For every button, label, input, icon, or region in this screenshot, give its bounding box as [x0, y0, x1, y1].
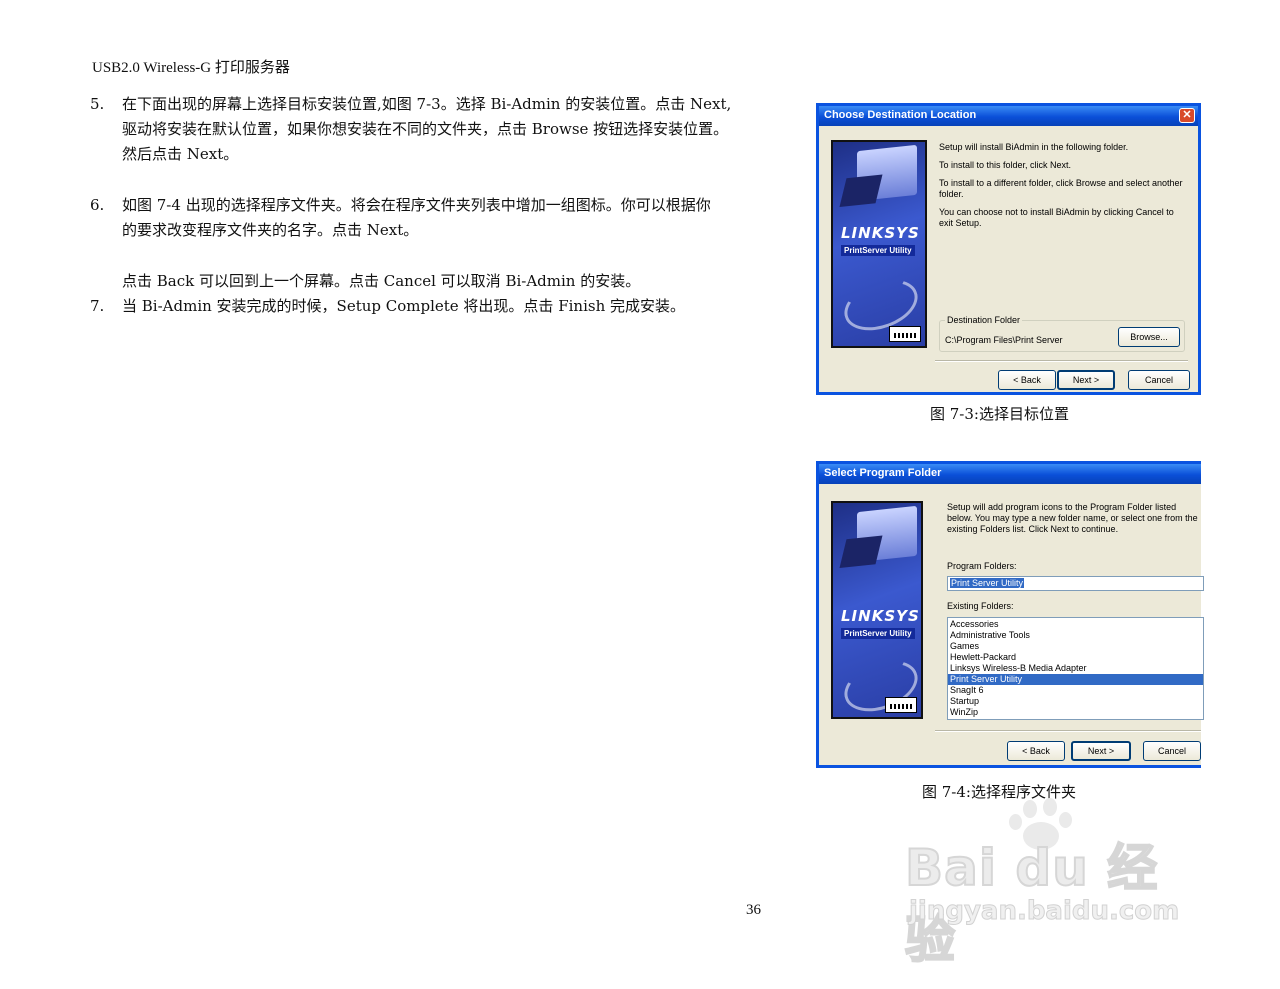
- list-item[interactable]: Linksys Wireless-B Media Adapter: [948, 663, 1203, 674]
- select-program-folder-dialog: Select Program Folder LINKSYS PrintServe…: [816, 461, 1204, 768]
- list-item-selected[interactable]: Print Server Utility: [948, 674, 1203, 685]
- close-icon[interactable]: ✕: [1179, 108, 1195, 123]
- setup-side-image: LINKSYS PrintServer Utility: [831, 501, 923, 719]
- step-7: 7. 当 Bi-Admin 安装完成的时候，Setup Complete 将出现…: [90, 294, 790, 319]
- step-6-note: 点击 Back 可以回到上一个屏幕。点击 Cancel 可以取消 Bi-Admi…: [90, 269, 790, 294]
- step-5: 5. 在下面出现的屏幕上选择目标安装位置,如图 7-3。选择 Bi-Admin …: [90, 92, 790, 167]
- dialog-body: LINKSYS PrintServer Utility Setup will i…: [819, 126, 1198, 392]
- list-item[interactable]: Games: [948, 641, 1203, 652]
- existing-folders-list[interactable]: Accessories Administrative Tools Games H…: [947, 617, 1204, 720]
- note-text: 点击 Back 可以回到上一个屏幕。点击 Cancel 可以取消 Bi-Admi…: [122, 272, 641, 290]
- page-number: 36: [746, 902, 761, 918]
- next-button[interactable]: Next >: [1071, 741, 1131, 761]
- next-button[interactable]: Next >: [1057, 370, 1115, 390]
- message-line: To install to a different folder, click …: [939, 178, 1183, 199]
- list-item[interactable]: SnagIt 6: [948, 685, 1203, 696]
- printer-graphic: [857, 505, 917, 563]
- dialog-title: Choose Destination Location: [824, 109, 977, 121]
- list-item[interactable]: WinZip: [948, 707, 1203, 718]
- cisco-logo: [885, 697, 917, 713]
- back-button[interactable]: < Back: [998, 370, 1056, 390]
- product-label: PrintServer Utility: [841, 245, 915, 256]
- dialog-titlebar: Select Program Folder: [819, 464, 1201, 484]
- cancel-button[interactable]: Cancel: [1143, 741, 1201, 761]
- destination-folder-group: Destination Folder C:\Program Files\Prin…: [939, 315, 1185, 352]
- choose-destination-dialog: Choose Destination Location ✕ LINKSYS Pr…: [816, 103, 1201, 395]
- dialog-message: Setup will install BiAdmin in the follow…: [939, 142, 1189, 236]
- destination-folder-path: C:\Program Files\Print Server: [945, 335, 1063, 345]
- document-header: USB2.0 Wireless-G 打印服务器: [92, 60, 290, 76]
- step-6: 6. 如图 7-4 出现的选择程序文件夹。将会在程序文件夹列表中增加一组图标。你…: [90, 193, 790, 243]
- browse-button[interactable]: Browse...: [1118, 327, 1180, 347]
- product-label: PrintServer Utility: [841, 628, 915, 639]
- step-number: 5.: [90, 95, 105, 113]
- baidu-jingyan-watermark: Bai du 经验 jingyan.baidu.com: [904, 798, 1205, 970]
- message-line: You can choose not to install BiAdmin by…: [939, 207, 1174, 228]
- cancel-button[interactable]: Cancel: [1128, 370, 1190, 390]
- dialog-body: LINKSYS PrintServer Utility Setup will a…: [819, 484, 1204, 765]
- message-line: To install to this folder, click Next.: [939, 160, 1072, 170]
- linksys-logo: LINKSYS: [841, 607, 920, 625]
- program-folder-input[interactable]: Print Server Utility: [947, 576, 1204, 591]
- step-number: 6.: [90, 196, 105, 214]
- message-line: Setup will install BiAdmin in the follow…: [939, 142, 1129, 152]
- linksys-logo: LINKSYS: [841, 224, 920, 242]
- figure-7-3-caption: 图 7-3:选择目标位置: [930, 405, 1069, 423]
- list-item[interactable]: Administrative Tools: [948, 630, 1203, 641]
- step-number: 7.: [90, 297, 105, 315]
- dialog-titlebar: Choose Destination Location ✕: [819, 106, 1198, 126]
- list-item[interactable]: Hewlett-Packard: [948, 652, 1203, 663]
- destination-folder-label: Destination Folder: [945, 315, 1023, 325]
- watermark-url: jingyan.baidu.com: [908, 896, 1180, 927]
- step-text: 在下面出现的屏幕上选择目标安装位置,如图 7-3。选择 Bi-Admin 的安装…: [122, 95, 732, 163]
- step-text: 当 Bi-Admin 安装完成的时候，Setup Complete 将出现。点击…: [122, 297, 685, 315]
- program-folders-label: Program Folders:: [947, 561, 1017, 571]
- setup-side-image: LINKSYS PrintServer Utility: [831, 140, 927, 348]
- button-separator: [935, 730, 1201, 732]
- existing-folders-label: Existing Folders:: [947, 601, 1014, 611]
- program-folder-value: Print Server Utility: [950, 578, 1025, 588]
- intro-text: Setup will add program icons to the Prog…: [947, 502, 1198, 534]
- step-text: 如图 7-4 出现的选择程序文件夹。将会在程序文件夹列表中增加一组图标。你可以根…: [122, 196, 711, 239]
- printer-graphic: [857, 144, 917, 202]
- list-item[interactable]: Startup: [948, 696, 1203, 707]
- button-separator: [935, 360, 1188, 362]
- list-item[interactable]: Accessories: [948, 619, 1203, 630]
- back-button[interactable]: < Back: [1007, 741, 1065, 761]
- dialog-title: Select Program Folder: [824, 467, 942, 479]
- cisco-logo: [889, 326, 921, 342]
